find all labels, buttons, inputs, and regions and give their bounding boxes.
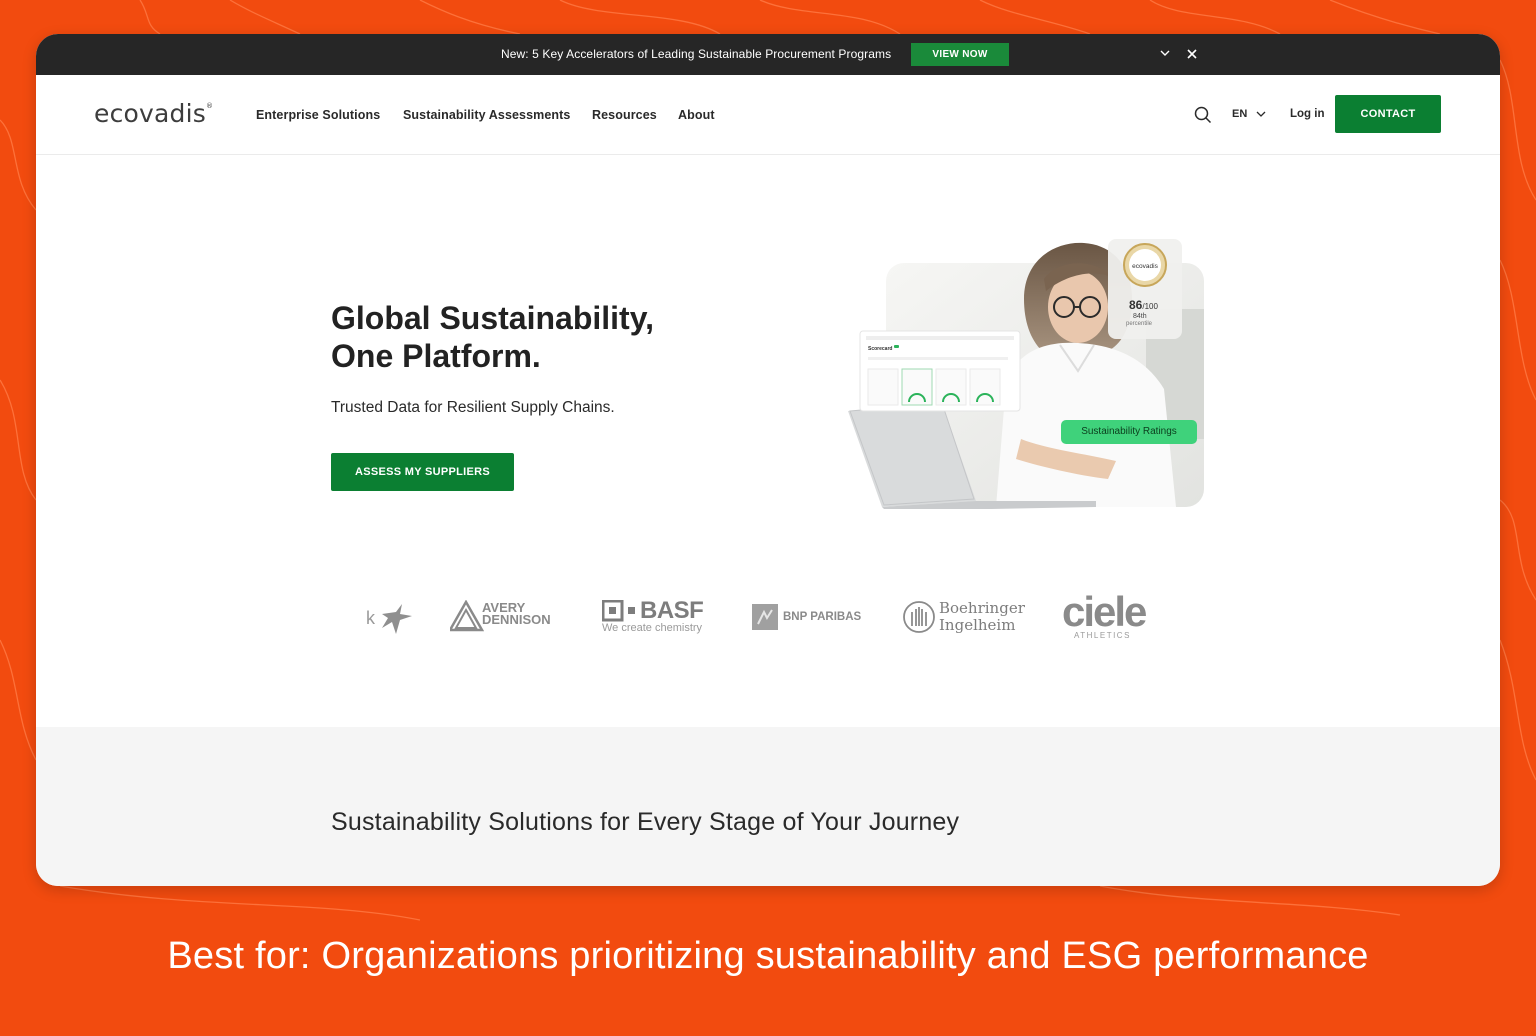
boehringer-building-icon	[903, 601, 935, 633]
solutions-title: Sustainability Solutions for Every Stage…	[331, 808, 960, 836]
browser-frame: New: 5 Key Accelerators of Leading Susta…	[36, 34, 1500, 886]
ciele-subtext: ATHLETICS	[1074, 631, 1131, 640]
hero-title-line-1: Global Sustainability,	[331, 300, 655, 336]
site-header: ecovadis® Enterprise Solutions Sustainab…	[36, 75, 1500, 155]
hero-title-line-2: One Platform.	[331, 338, 541, 374]
registered-mark: ®	[205, 102, 214, 110]
language-selector[interactable]: EN	[1232, 108, 1247, 120]
login-link[interactable]: Log in	[1290, 108, 1325, 120]
caption-lead: Best for:	[167, 935, 311, 977]
boehringer-ingelheim-logo: Boehringer Ingelheim	[902, 598, 1032, 638]
ingelheim-text: Ingelheim	[939, 616, 1016, 634]
bnp-star-icon	[752, 604, 778, 630]
dashboard-card: Scorecard	[859, 330, 1021, 412]
caption: Best for: Organizations prioritizing sus…	[0, 935, 1536, 978]
search-icon[interactable]	[1194, 106, 1212, 124]
score-max: /100	[1142, 302, 1158, 311]
logo-text: ecovadis	[94, 99, 206, 128]
dennison-text: DENNISON	[482, 612, 551, 627]
score-percentile-label: percentile	[1126, 321, 1153, 327]
score-percentile: 84th	[1133, 313, 1147, 320]
ciele-text: ciele	[1062, 588, 1147, 635]
nav-sustainability-assessments[interactable]: Sustainability Assessments	[403, 108, 570, 122]
sustainability-ratings-pill: Sustainability Ratings	[1061, 420, 1197, 444]
solutions-section: Sustainability Solutions for Every Stage…	[36, 727, 1500, 886]
chevron-down-icon[interactable]	[1256, 110, 1266, 118]
avery-triangle-icon	[450, 600, 484, 632]
avery-dennison-logo: AVERY DENNISON	[450, 600, 570, 640]
caption-text: Organizations prioritizing sustainabilit…	[310, 935, 1369, 977]
basf-squares-icon	[602, 600, 635, 622]
hero-title: Global Sustainability, One Platform.	[331, 299, 751, 375]
nav-resources[interactable]: Resources	[592, 108, 657, 122]
basf-text: BASF	[640, 597, 704, 624]
announcement-text: New: 5 Key Accelerators of Leading Susta…	[501, 47, 892, 61]
hero-illustration: Scorecard ecovadis	[848, 239, 1204, 509]
score-number: 86	[1129, 298, 1143, 312]
view-now-button[interactable]: VIEW NOW	[911, 43, 1009, 66]
score-value: 86/100	[1129, 298, 1158, 312]
ciele-athletics-logo: ciele ATHLETICS	[1062, 590, 1162, 644]
announcement-bar: New: 5 Key Accelerators of Leading Susta…	[36, 34, 1500, 75]
nav-about[interactable]: About	[678, 108, 715, 122]
badge-logo-text: ecovadis	[1132, 263, 1158, 270]
contact-button[interactable]: CONTACT	[1335, 95, 1441, 133]
close-icon[interactable]	[1186, 48, 1198, 60]
svg-text:k: k	[366, 608, 376, 628]
basf-tagline: We create chemistry	[602, 622, 703, 634]
basf-logo: BASF We create chemistry	[602, 597, 722, 638]
nav-enterprise-solutions[interactable]: Enterprise Solutions	[256, 108, 380, 122]
ecovadis-logo[interactable]: ecovadis®	[94, 99, 213, 128]
star-figure-logo: k	[366, 604, 412, 634]
dashboard-title: Scorecard	[868, 346, 892, 352]
chevron-down-icon[interactable]	[1159, 48, 1171, 58]
bnp-text: BNP PARIBAS	[783, 611, 862, 623]
partner-logos: k AVERY DENNISON BASF We create chemistr…	[366, 590, 1156, 644]
hero-subtitle: Trusted Data for Resilient Supply Chains…	[331, 399, 615, 416]
bnp-paribas-logo: BNP PARIBAS	[752, 604, 872, 634]
assess-my-suppliers-button[interactable]: ASSESS MY SUPPLIERS	[331, 453, 514, 491]
boehringer-text: Boehringer	[939, 599, 1025, 617]
